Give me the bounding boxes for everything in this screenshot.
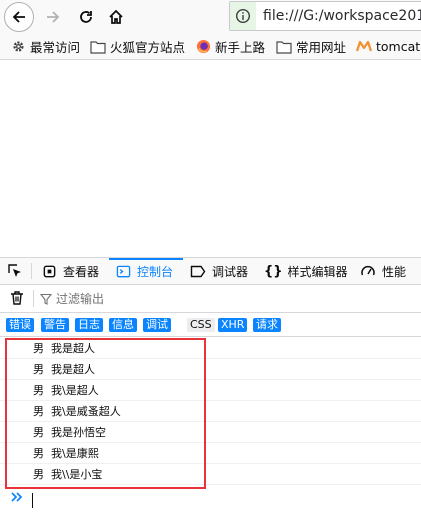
- reload-button[interactable]: [71, 3, 101, 31]
- filter-logs-button[interactable]: 日志: [75, 318, 103, 332]
- page-content: [0, 60, 421, 257]
- console-prompt-icon: [11, 492, 23, 502]
- performance-icon: [361, 265, 375, 276]
- reload-icon: [80, 11, 92, 23]
- clear-console-button[interactable]: [9, 290, 25, 310]
- bookmark-label: tomcat: [376, 39, 421, 54]
- tab-separator: [31, 263, 32, 279]
- back-arrow-icon: [12, 11, 25, 23]
- bookmark-firefox-site[interactable]: 火狐官方站点: [90, 37, 185, 56]
- filter-buttons-bar: 错误 警告 日志 信息 调试 CSS XHR 请求: [0, 314, 421, 337]
- filter-icon: [40, 293, 52, 305]
- home-button[interactable]: [101, 3, 131, 31]
- element-picker-button[interactable]: [7, 258, 29, 284]
- bookmarks-toolbar: 最常访问 火狐官方站点 新手上路 常用网址 tomcat: [0, 34, 421, 60]
- tab-label: 性能: [382, 264, 407, 279]
- forward-arrow-icon: [47, 11, 60, 23]
- tab-console[interactable]: 控制台: [116, 258, 173, 284]
- bookmark-tomcat[interactable]: tomcat: [356, 37, 420, 56]
- bookmark-getting-started[interactable]: 新手上路: [196, 37, 265, 56]
- annotation-highlight-box: [5, 338, 206, 489]
- tab-performance[interactable]: 性能: [360, 258, 406, 284]
- filter-debug-button[interactable]: 调试: [143, 318, 171, 332]
- home-icon: [109, 9, 123, 24]
- filter-errors-button[interactable]: 错误: [6, 318, 34, 332]
- inspector-icon: [43, 265, 56, 277]
- tab-label: 查看器: [63, 264, 100, 279]
- filter-requests-button[interactable]: 请求: [253, 318, 281, 332]
- console-icon: [116, 265, 131, 277]
- gear-icon: [13, 41, 24, 52]
- identity-box[interactable]: [230, 2, 256, 30]
- folder-icon: [90, 40, 106, 54]
- tab-label: 调试器: [212, 264, 249, 279]
- tab-label: 控制台: [137, 264, 174, 279]
- trash-icon: [11, 291, 23, 305]
- filter-output-input[interactable]: 过滤输出: [40, 289, 104, 308]
- filter-css-button[interactable]: CSS: [187, 318, 215, 332]
- bookmark-most-visited[interactable]: 最常访问: [11, 37, 80, 56]
- tab-label: 样式编辑器: [287, 264, 348, 279]
- text-caret: [32, 493, 33, 508]
- filter-placeholder: 过滤输出: [56, 292, 105, 306]
- style-editor-icon: {}: [264, 263, 283, 279]
- filter-warnings-button[interactable]: 警告: [41, 318, 69, 332]
- back-button[interactable]: [4, 2, 34, 32]
- debugger-icon: [190, 265, 206, 277]
- info-icon: [235, 8, 251, 24]
- bookmark-label: 最常访问: [30, 40, 81, 55]
- bookmark-label: 新手上路: [215, 40, 266, 55]
- filter-xhr-button[interactable]: XHR: [218, 318, 248, 332]
- bookmark-label: 火狐官方站点: [110, 40, 186, 55]
- console-toolbar: 过滤输出: [0, 285, 421, 313]
- url-bar[interactable]: file:///G:/workspace2016: [229, 1, 421, 31]
- console-input[interactable]: [0, 487, 421, 513]
- toolbar-separator: [33, 290, 34, 307]
- tab-style-editor[interactable]: {} 样式编辑器: [264, 258, 348, 284]
- devtools-tabbar: 查看器 控制台 调试器 {} 样式编辑器 性能: [0, 257, 421, 285]
- tab-debugger[interactable]: 调试器: [190, 258, 248, 284]
- url-text: file:///G:/workspace2016: [263, 8, 421, 24]
- folder-icon: [276, 40, 292, 54]
- navigation-toolbar: file:///G:/workspace2016: [0, 0, 421, 34]
- bookmark-label: 常用网址: [296, 40, 347, 55]
- tomcat-icon: [356, 40, 372, 52]
- tab-inspector[interactable]: 查看器: [42, 258, 99, 284]
- element-picker-icon: [8, 264, 21, 277]
- firefox-icon: [196, 39, 211, 54]
- bookmark-common-sites[interactable]: 常用网址: [276, 37, 346, 56]
- forward-button[interactable]: [38, 3, 68, 31]
- filter-info-button[interactable]: 信息: [109, 318, 137, 332]
